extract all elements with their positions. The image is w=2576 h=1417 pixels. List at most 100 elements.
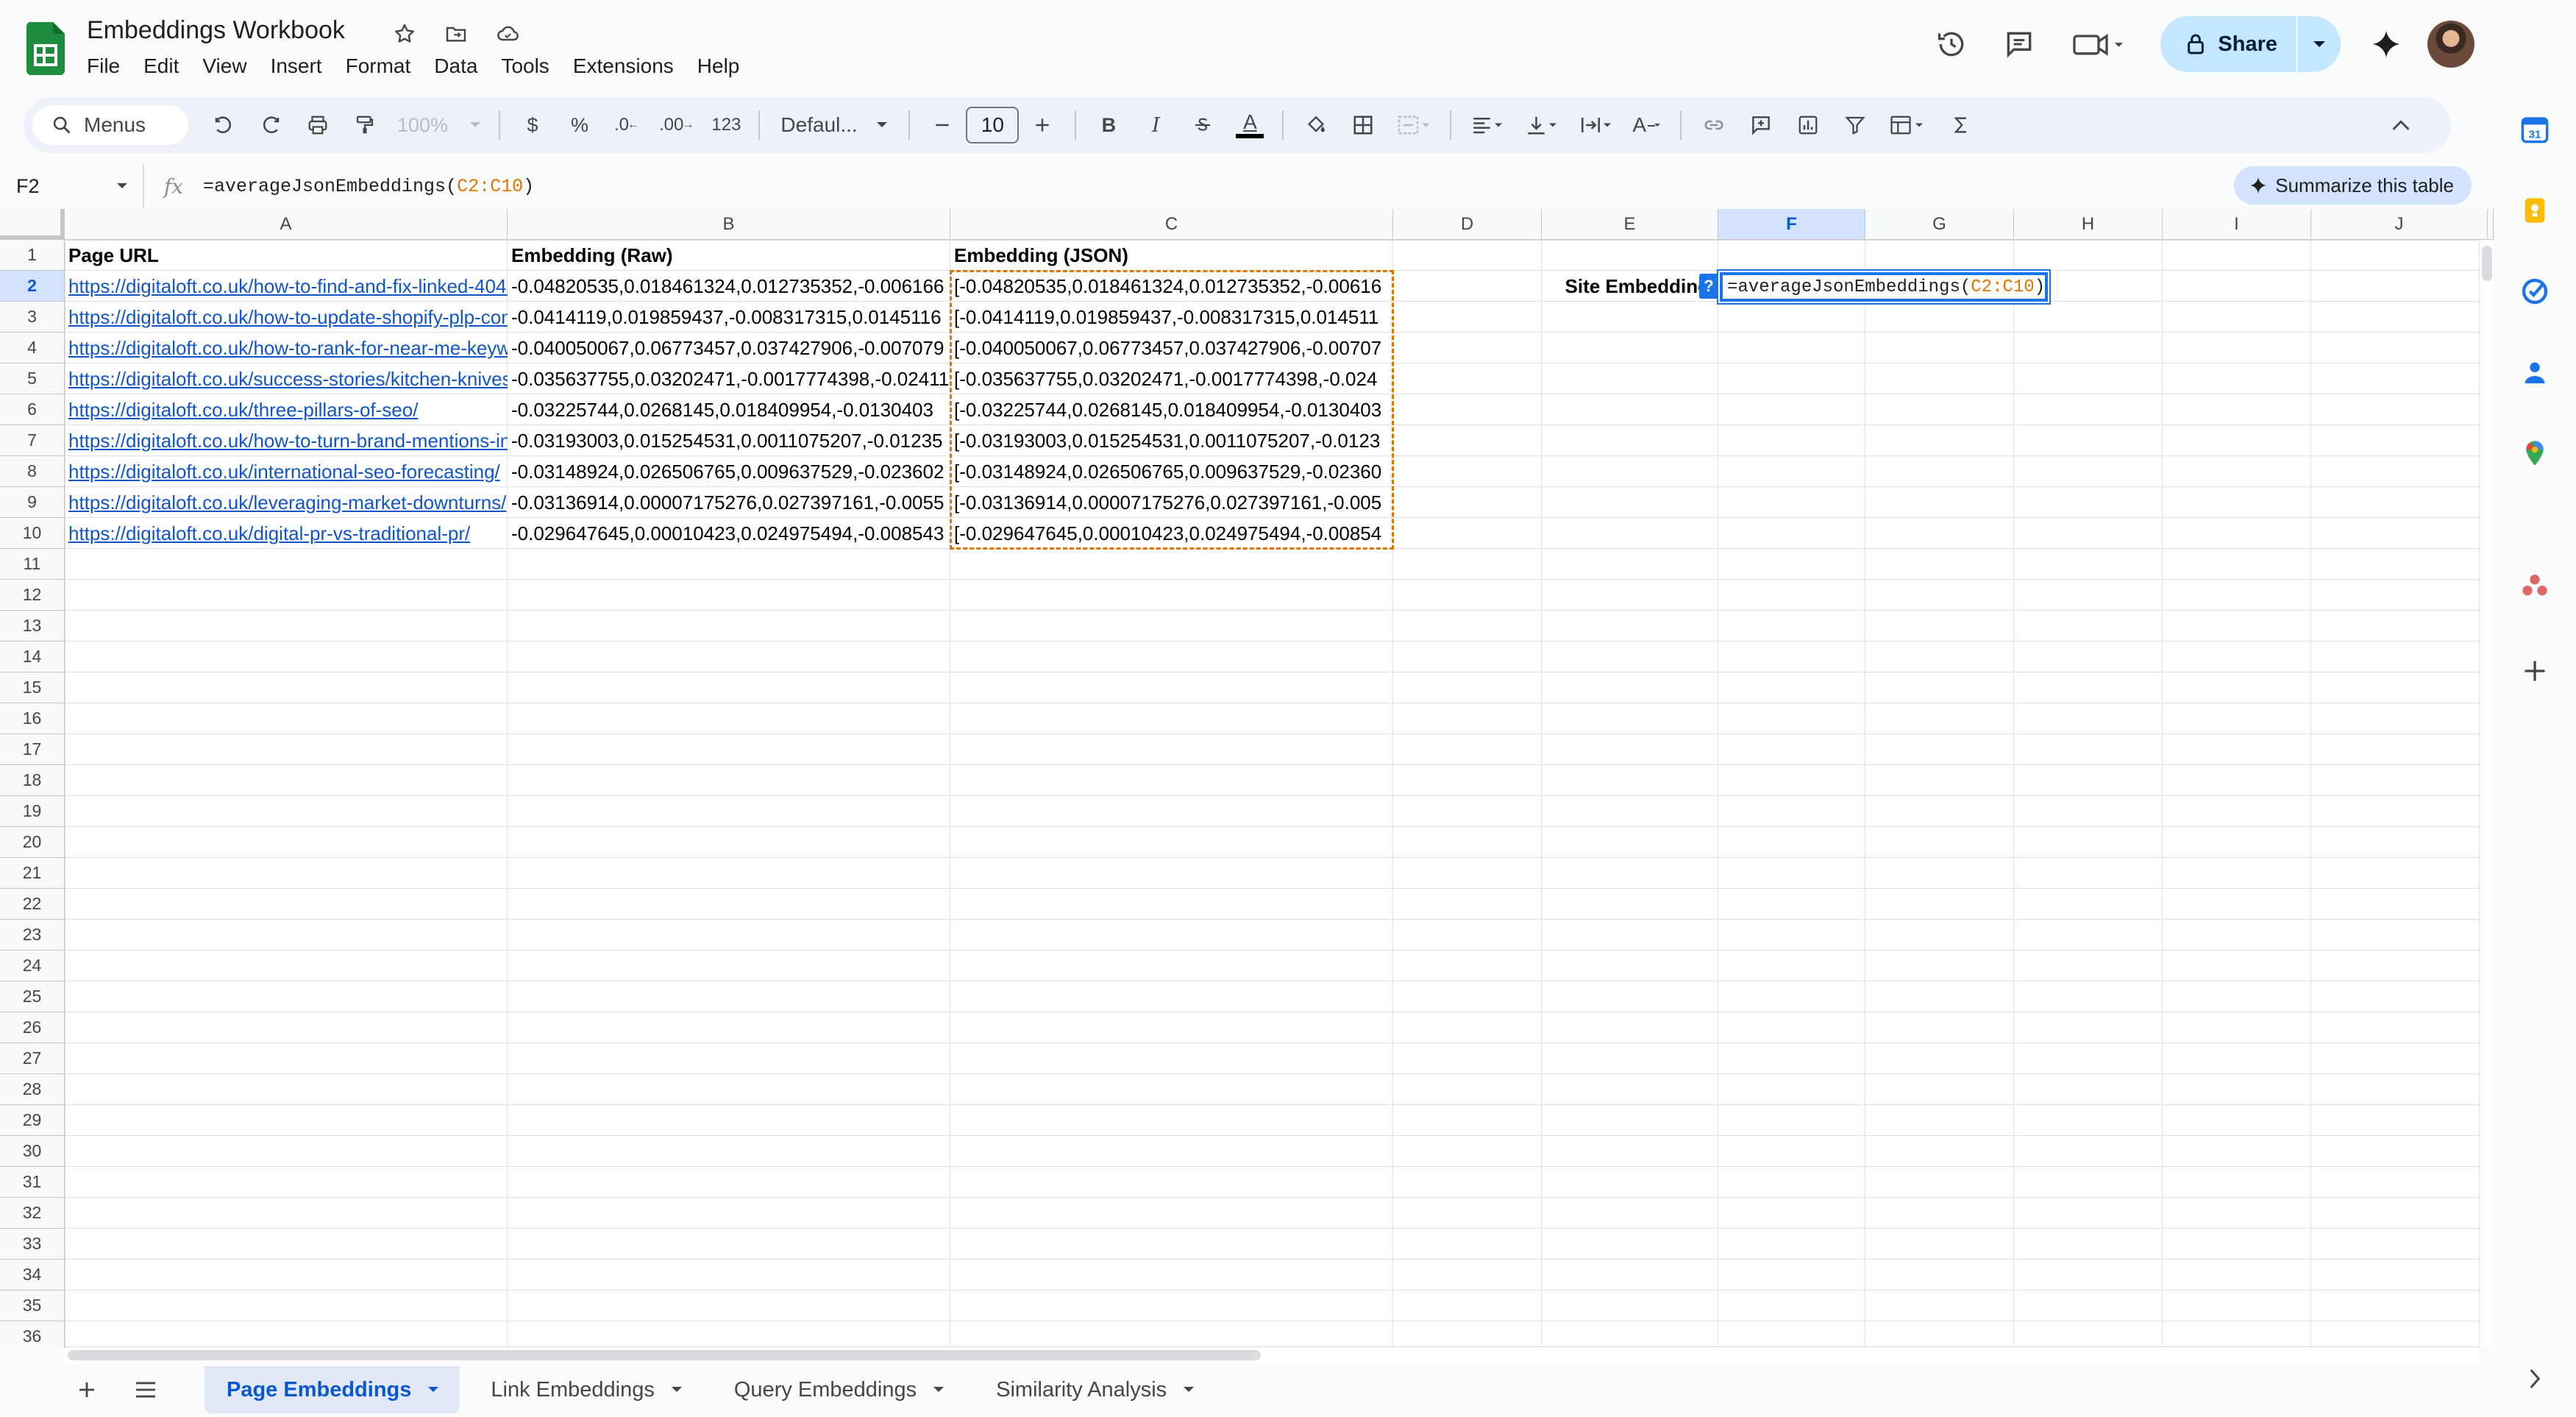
column-header-b[interactable]: B bbox=[508, 209, 950, 240]
get-addons-icon[interactable] bbox=[2516, 652, 2554, 690]
row-header-31[interactable]: 31 bbox=[0, 1167, 65, 1198]
number-format-button[interactable]: 123 bbox=[705, 104, 747, 146]
page-url-cell[interactable]: https://digitaloft.co.uk/how-to-rank-for… bbox=[65, 333, 508, 363]
row-header-25[interactable]: 25 bbox=[0, 981, 65, 1012]
keep-icon[interactable] bbox=[2516, 191, 2554, 230]
menu-format[interactable]: Format bbox=[334, 52, 423, 81]
row-header-3[interactable]: 3 bbox=[0, 302, 65, 333]
merge-cells-icon[interactable] bbox=[1390, 104, 1438, 146]
insert-chart-icon[interactable] bbox=[1787, 104, 1829, 146]
version-history-icon[interactable] bbox=[1928, 21, 1975, 68]
column-header-f[interactable]: F bbox=[1718, 209, 1865, 240]
row-header-12[interactable]: 12 bbox=[0, 580, 65, 611]
menu-insert[interactable]: Insert bbox=[259, 52, 334, 81]
increase-decimal-button[interactable]: .00 → bbox=[653, 104, 700, 146]
column-header-j[interactable]: J bbox=[2311, 209, 2488, 240]
vertical-scrollbar[interactable] bbox=[2479, 240, 2494, 1347]
row-header-26[interactable]: 26 bbox=[0, 1012, 65, 1043]
page-url-cell[interactable]: https://digitaloft.co.uk/three-pillars-o… bbox=[65, 394, 508, 425]
sheets-logo-icon[interactable] bbox=[26, 22, 65, 75]
column-header-e[interactable]: E bbox=[1542, 209, 1718, 240]
cell-area[interactable]: Page URL Embedding (Raw) Embedding (JSON) h… bbox=[65, 240, 2494, 1348]
row-header-28[interactable]: 28 bbox=[0, 1074, 65, 1105]
decrease-decimal-button[interactable]: .0 ← bbox=[606, 104, 647, 146]
menu-file[interactable]: File bbox=[87, 52, 132, 81]
active-cell-editor[interactable]: =averageJsonEmbeddings(C2:C10) bbox=[1720, 272, 2049, 302]
horizontal-scroll-thumb[interactable] bbox=[68, 1350, 1261, 1360]
row-header-32[interactable]: 32 bbox=[0, 1198, 65, 1229]
row-header-18[interactable]: 18 bbox=[0, 765, 65, 796]
column-header-i[interactable]: I bbox=[2163, 209, 2311, 240]
font-size-increase-icon[interactable] bbox=[1022, 104, 1063, 146]
tab-link-embeddings[interactable]: Link Embeddings bbox=[469, 1366, 702, 1413]
bold-button[interactable]: B bbox=[1088, 104, 1129, 146]
column-header-c[interactable]: C bbox=[950, 209, 1393, 240]
functions-icon[interactable] bbox=[1940, 104, 1982, 146]
row-header-11[interactable]: 11 bbox=[0, 549, 65, 580]
row-header-27[interactable]: 27 bbox=[0, 1043, 65, 1074]
name-box[interactable]: F2 bbox=[0, 163, 144, 209]
font-size-decrease-icon[interactable] bbox=[922, 104, 963, 146]
menu-help[interactable]: Help bbox=[686, 52, 752, 81]
tab-page-embeddings[interactable]: Page Embeddings bbox=[204, 1366, 460, 1413]
column-header-g[interactable]: G bbox=[1865, 209, 2014, 240]
row-header-35[interactable]: 35 bbox=[0, 1290, 65, 1321]
row-header-5[interactable]: 5 bbox=[0, 363, 65, 394]
row-header-23[interactable]: 23 bbox=[0, 920, 65, 951]
row-header-20[interactable]: 20 bbox=[0, 827, 65, 858]
borders-icon[interactable] bbox=[1342, 104, 1384, 146]
gemini-sparkle-icon[interactable] bbox=[2366, 24, 2407, 65]
user-avatar[interactable] bbox=[2427, 21, 2474, 68]
filter-icon[interactable] bbox=[1835, 104, 1876, 146]
insert-link-icon[interactable] bbox=[1693, 104, 1734, 146]
text-wrapping-icon[interactable] bbox=[1572, 104, 1620, 146]
row-header-17[interactable]: 17 bbox=[0, 734, 65, 765]
page-url-cell[interactable]: https://digitaloft.co.uk/how-to-find-and… bbox=[65, 271, 508, 302]
row-header-24[interactable]: 24 bbox=[0, 951, 65, 981]
cloud-saved-icon[interactable] bbox=[493, 19, 522, 49]
share-button[interactable]: Share bbox=[2160, 16, 2296, 72]
comments-icon[interactable] bbox=[1996, 21, 2043, 68]
column-header-overflow[interactable] bbox=[2488, 209, 2494, 240]
row-header-2[interactable]: 2 bbox=[0, 271, 65, 302]
collapse-toolbar-icon[interactable] bbox=[2380, 104, 2422, 146]
fill-color-icon[interactable] bbox=[1295, 104, 1337, 146]
italic-button[interactable]: I bbox=[1135, 104, 1176, 146]
text-color-button[interactable]: A bbox=[1229, 104, 1270, 146]
menu-data[interactable]: Data bbox=[422, 52, 489, 81]
move-folder-icon[interactable] bbox=[441, 19, 471, 49]
menu-view[interactable]: View bbox=[191, 52, 258, 81]
menu-extensions[interactable]: Extensions bbox=[561, 52, 686, 81]
page-url-cell[interactable]: https://digitaloft.co.uk/how-to-turn-bra… bbox=[65, 425, 508, 456]
tab-similarity-analysis[interactable]: Similarity Analysis bbox=[974, 1366, 1215, 1413]
row-header-10[interactable]: 10 bbox=[0, 518, 65, 549]
page-url-cell[interactable]: https://digitaloft.co.uk/how-to-update-s… bbox=[65, 302, 508, 333]
zoom-select[interactable]: 100% bbox=[391, 104, 487, 146]
page-url-cell[interactable]: https://digitaloft.co.uk/success-stories… bbox=[65, 363, 508, 394]
summarize-table-button[interactable]: Summarize this table bbox=[2234, 166, 2472, 205]
redo-icon[interactable] bbox=[250, 104, 291, 146]
page-url-cell[interactable]: https://digitaloft.co.uk/international-s… bbox=[65, 456, 508, 487]
row-header-15[interactable]: 15 bbox=[0, 672, 65, 703]
row-header-34[interactable]: 34 bbox=[0, 1260, 65, 1290]
star-icon[interactable] bbox=[390, 19, 419, 49]
row-header-13[interactable]: 13 bbox=[0, 611, 65, 642]
horizontal-align-icon[interactable] bbox=[1463, 104, 1512, 146]
row-header-29[interactable]: 29 bbox=[0, 1105, 65, 1136]
page-url-cell[interactable]: https://digitaloft.co.uk/leveraging-mark… bbox=[65, 487, 508, 518]
row-header-22[interactable]: 22 bbox=[0, 889, 65, 920]
vertical-scroll-thumb[interactable] bbox=[2482, 246, 2492, 281]
meet-icon[interactable] bbox=[2063, 21, 2134, 68]
row-header-16[interactable]: 16 bbox=[0, 703, 65, 734]
formula-input[interactable]: =averageJsonEmbeddings(C2:C10) bbox=[203, 176, 534, 197]
select-all-corner[interactable] bbox=[0, 209, 65, 240]
row-header-30[interactable]: 30 bbox=[0, 1136, 65, 1167]
calendar-icon[interactable]: 31 bbox=[2516, 110, 2554, 149]
column-header-a[interactable]: A bbox=[65, 209, 508, 240]
menu-tools[interactable]: Tools bbox=[489, 52, 561, 81]
all-sheets-icon[interactable] bbox=[124, 1368, 168, 1412]
row-header-21[interactable]: 21 bbox=[0, 858, 65, 889]
undo-icon[interactable] bbox=[203, 104, 244, 146]
row-header-36[interactable]: 36 bbox=[0, 1321, 65, 1348]
maps-icon[interactable] bbox=[2516, 434, 2554, 472]
